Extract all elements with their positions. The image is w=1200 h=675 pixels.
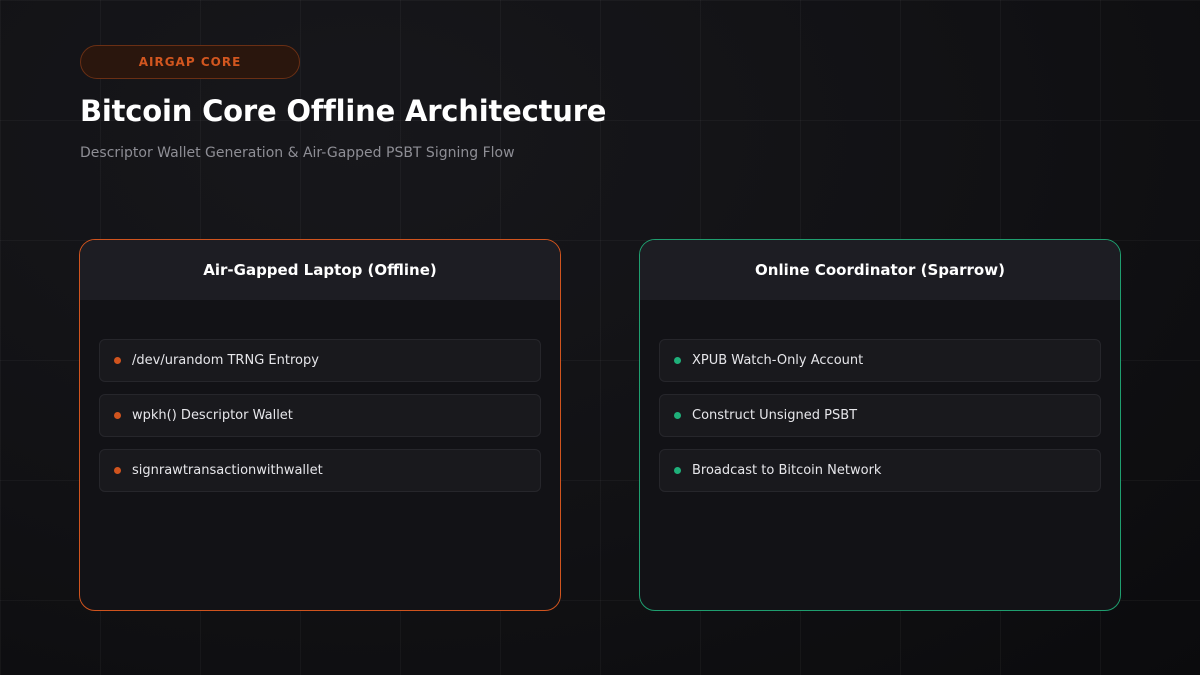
offline-panel-title: Air-Gapped Laptop (Offline)	[80, 240, 560, 300]
online-item-label: Broadcast to Bitcoin Network	[692, 463, 882, 478]
bullet-dot-icon	[114, 412, 121, 419]
offline-panel-items: /dev/urandom TRNG Entropy wpkh() Descrip…	[80, 300, 560, 492]
bullet-dot-icon	[674, 412, 681, 419]
page-subtitle: Descriptor Wallet Generation & Air-Gappe…	[80, 145, 515, 161]
online-item-broadcast: Broadcast to Bitcoin Network	[659, 449, 1101, 492]
bullet-dot-icon	[114, 467, 121, 474]
bullet-dot-icon	[674, 357, 681, 364]
category-badge: AIRGAP CORE	[80, 45, 300, 79]
online-panel-title: Online Coordinator (Sparrow)	[640, 240, 1120, 300]
online-item-label: XPUB Watch-Only Account	[692, 353, 864, 368]
online-panel-items: XPUB Watch-Only Account Construct Unsign…	[640, 300, 1120, 492]
offline-panel: Air-Gapped Laptop (Offline) /dev/urandom…	[79, 239, 561, 611]
bullet-dot-icon	[114, 357, 121, 364]
offline-item-sign: signrawtransactionwithwallet	[99, 449, 541, 492]
offline-item-descriptor-wallet: wpkh() Descriptor Wallet	[99, 394, 541, 437]
online-item-construct-psbt: Construct Unsigned PSBT	[659, 394, 1101, 437]
online-item-label: Construct Unsigned PSBT	[692, 408, 858, 423]
online-item-xpub: XPUB Watch-Only Account	[659, 339, 1101, 382]
offline-item-entropy: /dev/urandom TRNG Entropy	[99, 339, 541, 382]
offline-item-label: signrawtransactionwithwallet	[132, 463, 323, 478]
bullet-dot-icon	[674, 467, 681, 474]
offline-item-label: wpkh() Descriptor Wallet	[132, 408, 293, 423]
offline-item-label: /dev/urandom TRNG Entropy	[132, 353, 319, 368]
page-title: Bitcoin Core Offline Architecture	[80, 94, 607, 128]
online-panel: Online Coordinator (Sparrow) XPUB Watch-…	[639, 239, 1121, 611]
